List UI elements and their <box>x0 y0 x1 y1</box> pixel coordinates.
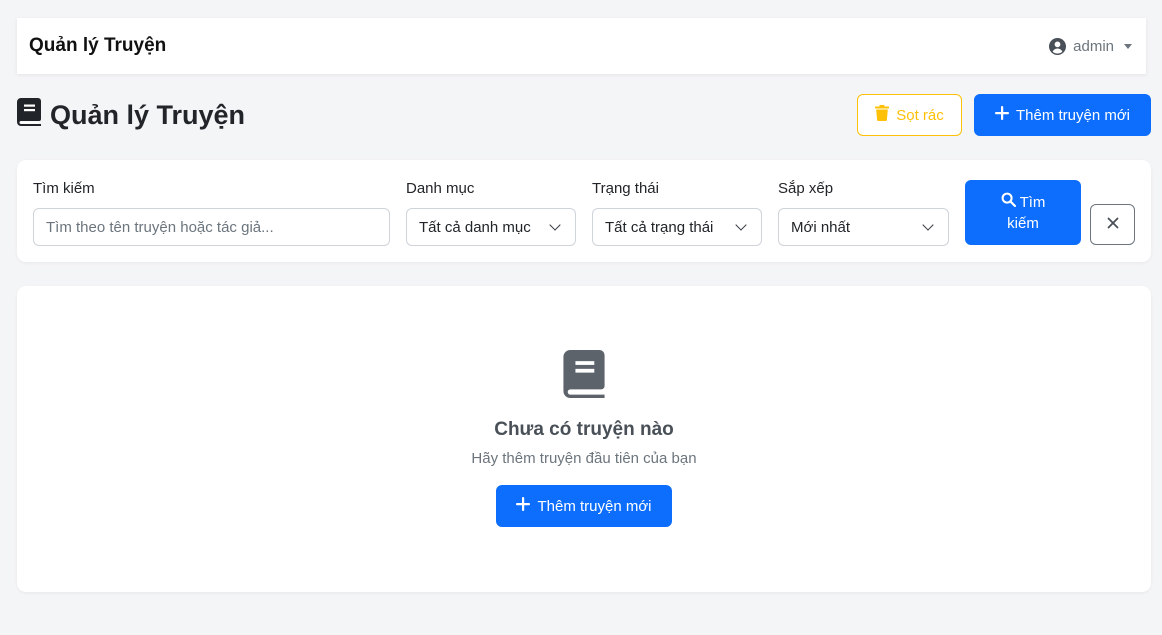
book-icon <box>17 97 41 133</box>
sort-label: Sắp xếp <box>778 180 834 197</box>
status-select[interactable]: Tất cả trạng thái <box>592 208 762 246</box>
search-input[interactable]: Tìm theo tên truyện hoặc tác giả... <box>33 208 390 246</box>
page-header: Quản lý Truyện Sọt rác Thêm truyện mới <box>17 94 1151 136</box>
clear-filter-button[interactable] <box>1090 204 1135 245</box>
category-select[interactable]: Tất cả danh mục <box>406 208 576 246</box>
caret-down-icon <box>1124 43 1132 49</box>
search-placeholder: Tìm theo tên truyện hoặc tác giả... <box>46 218 274 236</box>
trash-icon <box>875 105 890 125</box>
sort-group: Sắp xếp Mới nhất <box>778 180 949 246</box>
search-group: Tìm kiếm Tìm theo tên truyện hoặc tác gi… <box>33 180 390 246</box>
sort-value: Mới nhất <box>791 218 851 236</box>
close-icon <box>1107 216 1119 234</box>
filter-panel: Tìm kiếm Tìm theo tên truyện hoặc tác gi… <box>17 160 1151 262</box>
plus-icon <box>994 106 1009 124</box>
page-title: Quản lý Truyện <box>17 97 246 133</box>
plus-icon <box>516 497 531 515</box>
page-title-text: Quản lý Truyện <box>50 99 246 130</box>
user-name: admin <box>1073 37 1114 55</box>
chevron-down-icon <box>735 218 747 231</box>
status-group: Trạng thái Tất cả trạng thái <box>592 180 762 246</box>
search-icon <box>1001 192 1016 213</box>
status-value: Tất cả trạng thái <box>605 218 714 236</box>
chevron-down-icon <box>549 218 561 231</box>
search-button[interactable]: Tìm kiếm <box>965 180 1081 245</box>
navbar-brand[interactable]: Quản lý Truyện <box>29 35 166 57</box>
trash-button-label: Sọt rác <box>896 106 944 124</box>
add-story-label: Thêm truyện mới <box>1015 106 1131 124</box>
category-label: Danh mục <box>406 180 475 197</box>
add-first-story-label: Thêm truyện mới <box>537 497 652 515</box>
chevron-down-icon <box>922 218 934 231</box>
search-button-label-1: Tìm <box>1019 193 1046 211</box>
empty-state: Chưa có truyện nào Hãy thêm truyện đầu t… <box>17 286 1151 592</box>
user-menu[interactable]: admin <box>1049 37 1132 55</box>
empty-subtitle: Hãy thêm truyện đầu tiên của bạn <box>471 450 697 467</box>
category-group: Danh mục Tất cả danh mục <box>406 180 576 246</box>
search-label: Tìm kiếm <box>33 180 95 197</box>
category-value: Tất cả danh mục <box>419 218 531 236</box>
sort-select[interactable]: Mới nhất <box>778 208 949 246</box>
top-navbar: Quản lý Truyện admin <box>17 18 1146 74</box>
user-circle-icon <box>1049 37 1067 55</box>
header-actions: Sọt rác Thêm truyện mới <box>857 94 1151 136</box>
status-label: Trạng thái <box>592 180 659 197</box>
add-story-button[interactable]: Thêm truyện mới <box>974 94 1151 136</box>
empty-title: Chưa có truyện nào <box>494 419 674 440</box>
search-button-row: Tìm <box>1001 192 1046 213</box>
book-icon <box>563 350 605 403</box>
trash-button[interactable]: Sọt rác <box>857 94 962 136</box>
search-button-label-2: kiếm <box>1007 214 1039 232</box>
add-first-story-button[interactable]: Thêm truyện mới <box>496 485 672 527</box>
